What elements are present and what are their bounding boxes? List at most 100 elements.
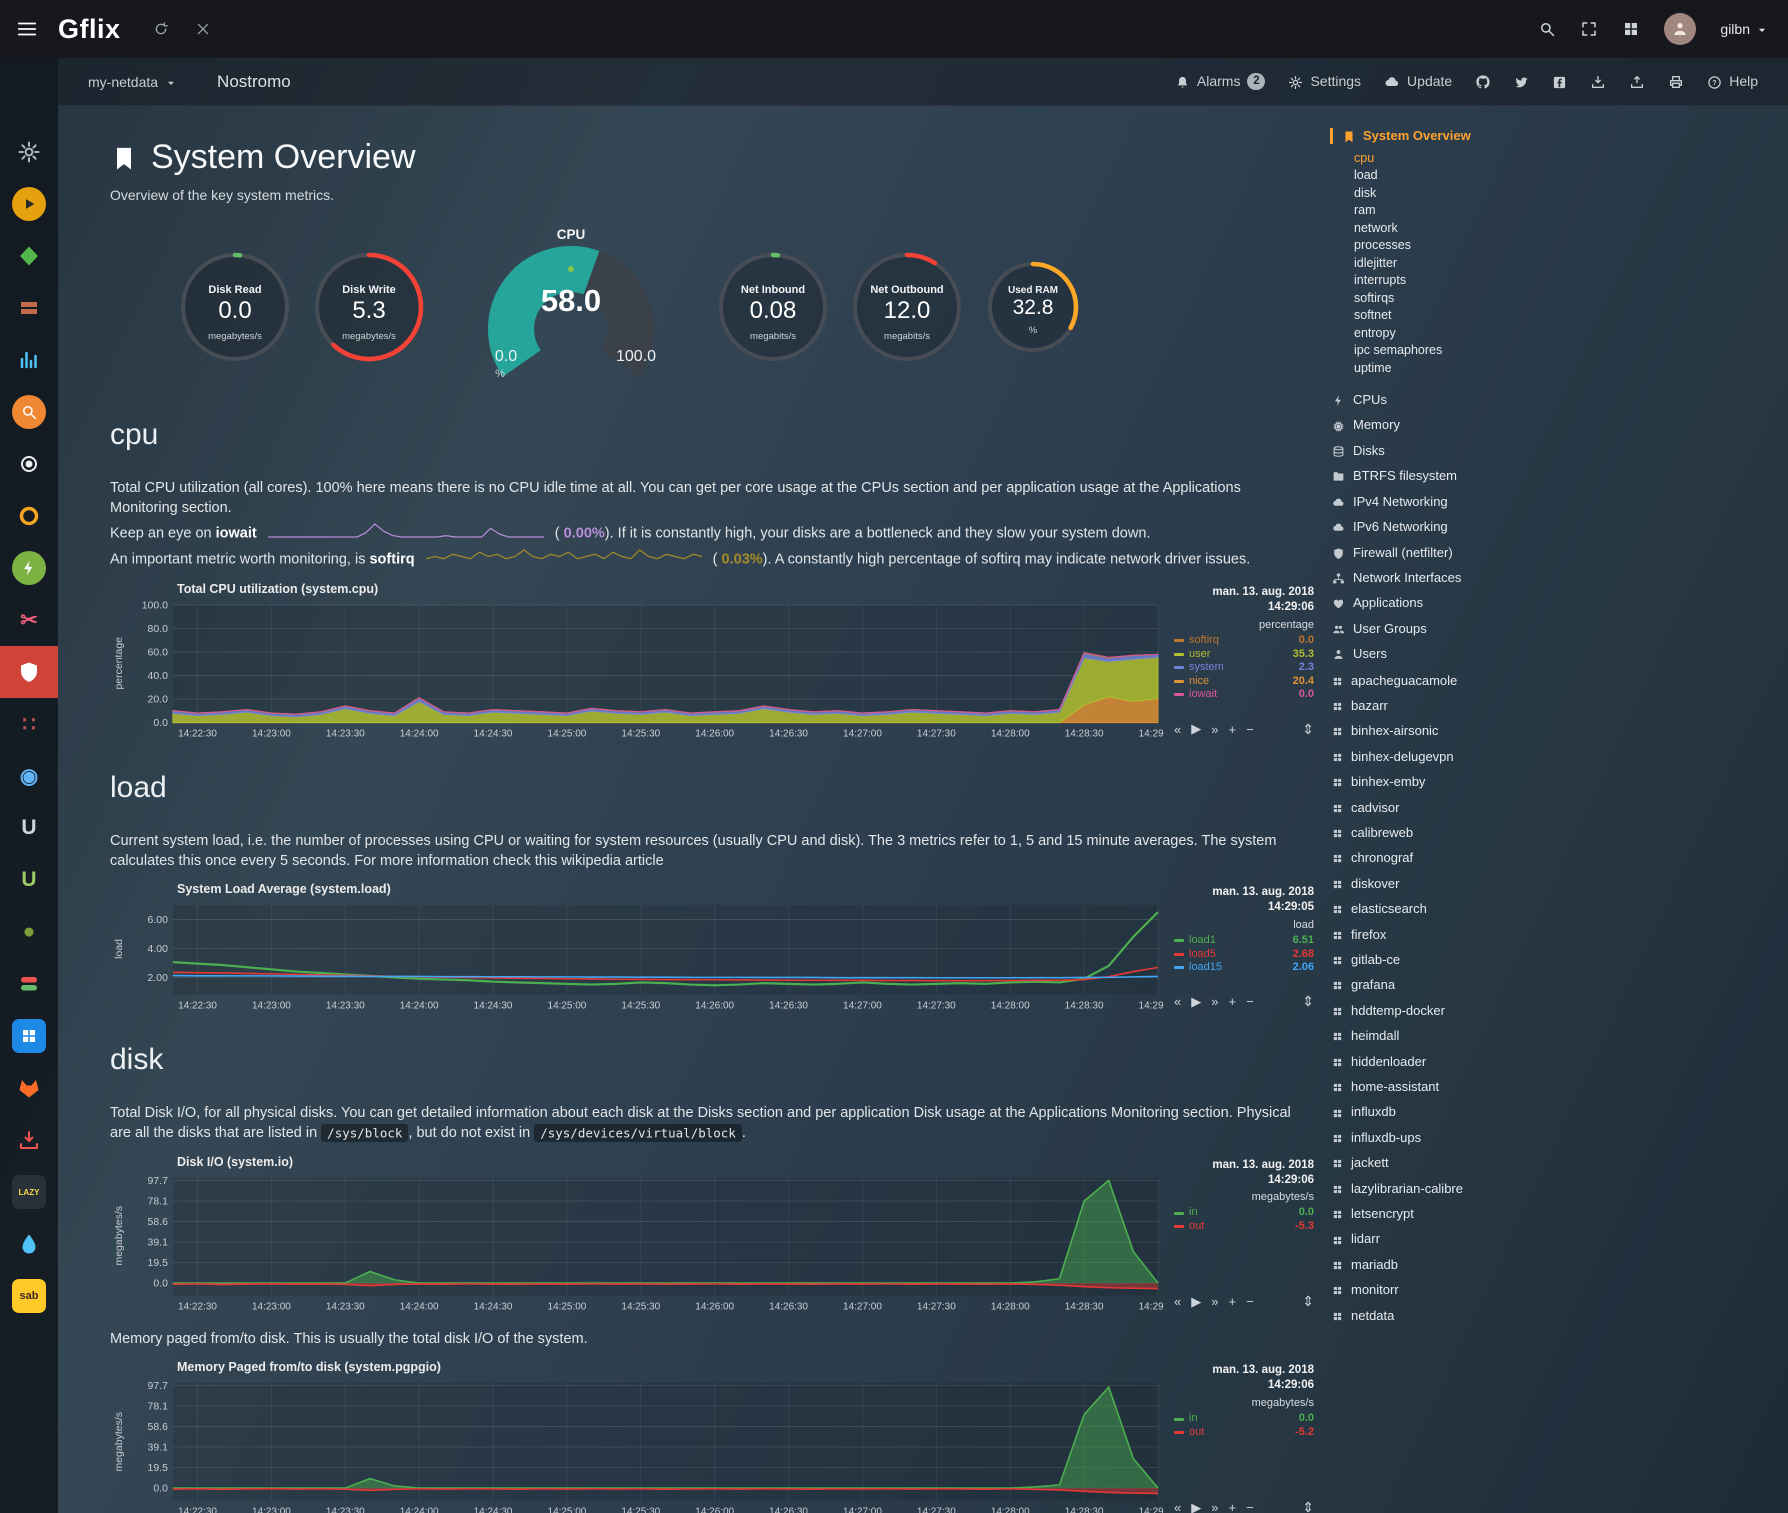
gauge-net-outbound[interactable]: Net Outbound 12.0 megabits/s xyxy=(840,251,974,363)
toc-section-disks[interactable]: Disks xyxy=(1332,438,1582,463)
toc-section-memory[interactable]: Memory xyxy=(1332,412,1582,437)
chart-tool-rewind[interactable]: « xyxy=(1174,994,1181,1009)
chart-resize-handle[interactable]: ⇕ xyxy=(1302,1293,1314,1310)
iowait-sparkline[interactable] xyxy=(267,527,545,543)
toc-app-influxdb[interactable]: influxdb xyxy=(1332,1099,1582,1124)
search-icon[interactable] xyxy=(0,386,58,438)
toc-item-softirqs[interactable]: softirqs xyxy=(1354,290,1582,308)
chart-tool-zoom-in[interactable]: + xyxy=(1228,1500,1236,1513)
toc-app-firefox[interactable]: firefox xyxy=(1332,922,1582,947)
toc-item-processes[interactable]: processes xyxy=(1354,237,1582,255)
chart-tool-play[interactable]: ▶ xyxy=(1191,994,1201,1010)
chart-plot-load[interactable]: System Load Average (system.load) 14:22:… xyxy=(127,885,1164,1013)
chart-tool-zoom-out[interactable]: − xyxy=(1246,722,1254,737)
toc-item-softnet[interactable]: softnet xyxy=(1354,307,1582,325)
toc-app-elasticsearch[interactable]: elasticsearch xyxy=(1332,896,1582,921)
toc-app-influxdb-ups[interactable]: influxdb-ups xyxy=(1332,1125,1582,1150)
chart-plot-pgpgio[interactable]: Memory Paged from/to disk (system.pgpgio… xyxy=(127,1363,1164,1513)
chart-plot-cpu[interactable]: Total CPU utilization (system.cpu) 14:22… xyxy=(127,585,1164,741)
plot-cpu[interactable]: 14:22:3014:23:0014:23:3014:24:0014:24:30… xyxy=(127,597,1164,741)
toc-item-ram[interactable]: ram xyxy=(1354,202,1582,220)
chart-tool-play[interactable]: ▶ xyxy=(1191,721,1201,737)
plex-icon[interactable] xyxy=(0,178,58,230)
netdata-shield-icon[interactable] xyxy=(0,646,58,698)
gauge-net-inbound[interactable]: Net Inbound 0.08 megabits/s xyxy=(706,251,840,363)
toc-section-firewall-netfilter-[interactable]: Firewall (netfilter) xyxy=(1332,540,1582,565)
chart-tool-forward[interactable]: » xyxy=(1211,994,1218,1009)
sabnzbd-icon[interactable]: sab xyxy=(0,1270,58,1322)
gauge-disk-read[interactable]: Disk Read 0.0 megabytes/s xyxy=(168,251,302,363)
toc-item-ipc-semaphores[interactable]: ipc semaphores xyxy=(1354,342,1582,360)
legend-out[interactable]: out -5.3 xyxy=(1174,1220,1314,1234)
toc-app-letsencrypt[interactable]: letsencrypt xyxy=(1332,1201,1582,1226)
toc-section-ipv6-networking[interactable]: IPv6 Networking xyxy=(1332,514,1582,539)
chart-tool-play[interactable]: ▶ xyxy=(1191,1500,1201,1513)
chart-tool-rewind[interactable]: « xyxy=(1174,722,1181,737)
u-gray-icon[interactable]: U xyxy=(0,802,58,854)
toc-app-binhex-emby[interactable]: binhex-emby xyxy=(1332,769,1582,794)
alarms-button[interactable]: Alarms 2 xyxy=(1175,73,1266,90)
toc-section-cpus[interactable]: CPUs xyxy=(1332,387,1582,412)
print-button[interactable] xyxy=(1668,73,1684,90)
toc-app-grafana[interactable]: grafana xyxy=(1332,972,1582,997)
home-icon[interactable] xyxy=(0,74,58,126)
toc-section-user-groups[interactable]: User Groups xyxy=(1332,616,1582,641)
legend-in[interactable]: in 0.0 xyxy=(1174,1206,1314,1220)
toc-item-interrupts[interactable]: interrupts xyxy=(1354,272,1582,290)
toc-app-jackett[interactable]: jackett xyxy=(1332,1150,1582,1175)
chart-tool-zoom-in[interactable]: + xyxy=(1228,1294,1236,1309)
search-button[interactable] xyxy=(1538,20,1556,38)
chart-tool-zoom-in[interactable]: + xyxy=(1228,722,1236,737)
toc-item-disk[interactable]: disk xyxy=(1354,185,1582,203)
server-dropdown[interactable]: my-netdata xyxy=(88,74,177,90)
chart-tool-play[interactable]: ▶ xyxy=(1191,1294,1201,1310)
four-dots-icon[interactable]: ∷ xyxy=(0,698,58,750)
green-sphere-icon[interactable]: ● xyxy=(0,906,58,958)
soundbars-icon[interactable] xyxy=(0,334,58,386)
water-drop-icon[interactable] xyxy=(0,1218,58,1270)
close-button[interactable] xyxy=(195,20,211,38)
scissors-icon[interactable]: ✂ xyxy=(0,594,58,646)
chart-tool-zoom-in[interactable]: + xyxy=(1228,994,1236,1009)
toc-app-binhex-airsonic[interactable]: binhex-airsonic xyxy=(1332,718,1582,743)
chart-resize-handle[interactable]: ⇕ xyxy=(1302,721,1314,738)
bolt-icon[interactable] xyxy=(0,542,58,594)
fullscreen-button[interactable] xyxy=(1580,20,1598,38)
refresh-button[interactable] xyxy=(153,20,169,38)
chart-resize-handle[interactable]: ⇕ xyxy=(1302,993,1314,1010)
gauge-disk-write[interactable]: Disk Write 5.3 megabytes/s xyxy=(302,251,436,363)
toc-section-users[interactable]: Users xyxy=(1332,641,1582,666)
lazylibrarian-icon[interactable]: LAZY xyxy=(0,1166,58,1218)
help-button[interactable]: ? Help xyxy=(1707,73,1758,90)
chart-tool-rewind[interactable]: « xyxy=(1174,1294,1181,1309)
download-arrow-icon[interactable] xyxy=(0,1114,58,1166)
plot-disk[interactable]: 14:22:3014:23:0014:23:3014:24:0014:24:30… xyxy=(127,1170,1164,1314)
toc-item-cpu[interactable]: cpu xyxy=(1354,150,1582,168)
toc-app-mariadb[interactable]: mariadb xyxy=(1332,1252,1582,1277)
legend-out[interactable]: out -5.2 xyxy=(1174,1426,1314,1440)
gauge-used-ram[interactable]: Used RAM 32.8 % xyxy=(974,259,1092,355)
toc-section-applications[interactable]: Applications xyxy=(1332,590,1582,615)
chart-tool-forward[interactable]: » xyxy=(1211,1294,1218,1309)
toc-system-overview[interactable]: System Overview xyxy=(1330,128,1582,144)
toc-app-bazarr[interactable]: bazarr xyxy=(1332,693,1582,718)
gitlab-fox-icon[interactable] xyxy=(0,1062,58,1114)
legend-user[interactable]: user 35.3 xyxy=(1174,648,1314,662)
legend-softirq[interactable]: softirq 0.0 xyxy=(1174,634,1314,648)
toc-item-load[interactable]: load xyxy=(1354,167,1582,185)
toc-app-hddtemp-docker[interactable]: hddtemp-docker xyxy=(1332,998,1582,1023)
toc-app-calibreweb[interactable]: calibreweb xyxy=(1332,820,1582,845)
legend-load5[interactable]: load5 2.68 xyxy=(1174,948,1314,962)
chart-tool-forward[interactable]: » xyxy=(1211,722,1218,737)
toc-section-ipv4-networking[interactable]: IPv4 Networking xyxy=(1332,489,1582,514)
legend-system[interactable]: system 2.3 xyxy=(1174,661,1314,675)
toc-app-lazylibrarian-calibre[interactable]: lazylibrarian-calibre xyxy=(1332,1176,1582,1201)
chart-tool-rewind[interactable]: « xyxy=(1174,1500,1181,1513)
toc-app-heimdall[interactable]: heimdall xyxy=(1332,1023,1582,1048)
github-button[interactable] xyxy=(1475,73,1491,90)
apps-button[interactable] xyxy=(1622,20,1640,38)
chart-plot-disk[interactable]: Disk I/O (system.io) 14:22:3014:23:0014:… xyxy=(127,1158,1164,1314)
toc-app-home-assistant[interactable]: home-assistant xyxy=(1332,1074,1582,1099)
chart-tool-zoom-out[interactable]: − xyxy=(1246,994,1254,1009)
toc-app-gitlab-ce[interactable]: gitlab-ce xyxy=(1332,947,1582,972)
